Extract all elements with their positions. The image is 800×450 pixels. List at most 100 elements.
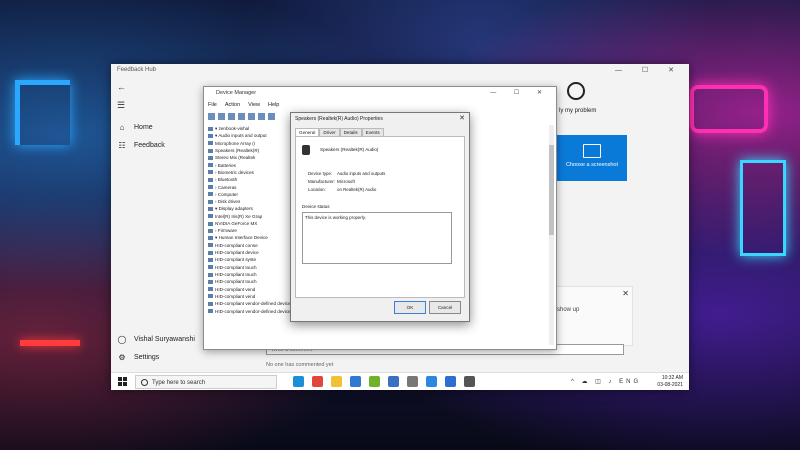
device-name: Speakers (Realtek(R) Audio): [320, 147, 379, 152]
folder-icon: [583, 144, 601, 158]
tree-item[interactable]: ▾ Audio inputs and output: [208, 132, 292, 139]
back-icon[interactable]: [208, 113, 215, 120]
dialog-title: Speakers (Realtek(R) Audio) Properties: [295, 116, 383, 122]
tree-item[interactable]: HID-compliant syste: [208, 256, 292, 263]
device-icon: [208, 206, 213, 211]
tree-item[interactable]: HID-compliant vendor-defined device: [208, 300, 292, 307]
cancel-button[interactable]: Cancel: [429, 301, 461, 314]
neon-sign: [690, 85, 768, 133]
scan-icon[interactable]: [258, 113, 265, 120]
tree-item[interactable]: Microphone Array (I: [208, 140, 292, 147]
tree-item[interactable]: HID-compliant vend: [208, 293, 292, 300]
file-explorer-icon[interactable]: [331, 376, 342, 387]
tree-item[interactable]: › Cameras: [208, 183, 292, 190]
device-icon: [208, 177, 213, 182]
tree-item[interactable]: Intel(R) Iris(R) Xe Grap: [208, 213, 292, 220]
nvidia-icon[interactable]: [369, 376, 380, 387]
tab-details[interactable]: Details: [339, 128, 362, 136]
tree-item-label: › Biometric devices: [215, 169, 254, 175]
device-icon: [208, 155, 213, 160]
browser-icon[interactable]: [426, 376, 437, 387]
tree-item[interactable]: › Computer: [208, 191, 292, 198]
nav-item-settings[interactable]: ⚙ Settings: [117, 353, 159, 362]
settings-icon[interactable]: [407, 376, 418, 387]
tree-item-label: ▾ zenbook-vishal: [215, 125, 250, 131]
no-comments-text: No one has commented yet: [266, 362, 334, 368]
taskbar-search[interactable]: Type here to search: [135, 375, 277, 389]
store-icon[interactable]: [445, 376, 456, 387]
tab-driver[interactable]: Driver: [319, 128, 340, 136]
app-icon[interactable]: [464, 376, 475, 387]
tree-item[interactable]: › Batteries: [208, 161, 292, 168]
gear-icon: ⚙: [118, 353, 126, 362]
monitor-icon[interactable]: [268, 113, 275, 120]
mail-icon[interactable]: [350, 376, 361, 387]
nav-item-label: Feedback: [134, 142, 165, 149]
tree-item[interactable]: Speakers (Realtek(R): [208, 147, 292, 154]
windows-start-icon[interactable]: [118, 377, 127, 386]
forward-icon[interactable]: [218, 113, 225, 120]
info-row: Device type: Audio inputs and outputs: [308, 171, 385, 179]
speaker-icon: [302, 145, 310, 155]
system-tray[interactable]: ^ ☁ ◫ ♪ ENG: [571, 378, 641, 385]
report-problem-button[interactable]: [556, 82, 596, 100]
nav-item-user[interactable]: ◯ Vishal Suryawanshi: [117, 335, 195, 344]
window-controls[interactable]: — ☐ ✕: [490, 89, 550, 96]
device-icon: [208, 133, 213, 138]
neon-sign: [740, 160, 786, 256]
tree-item[interactable]: Stereo Mix (Realtek: [208, 154, 292, 161]
menu-file[interactable]: File: [208, 102, 217, 108]
tree-item-label: Intel(R) Iris(R) Xe Grap: [215, 213, 263, 219]
tab-bar: General Driver Details Events: [295, 128, 384, 136]
nav-item-label: Home: [134, 124, 153, 131]
tree-item[interactable]: › Biometric devices: [208, 169, 292, 176]
menu-view[interactable]: View: [248, 102, 260, 108]
tree-item[interactable]: › Bluetooth: [208, 176, 292, 183]
device-icon: [208, 228, 213, 233]
tree-item[interactable]: HID-compliant touch: [208, 264, 292, 271]
close-icon[interactable]: ✕: [459, 114, 465, 122]
tree-item[interactable]: HID-compliant conse: [208, 242, 292, 249]
nav-item-feedback[interactable]: ☷ Feedback: [117, 141, 165, 150]
ok-button[interactable]: OK: [394, 301, 426, 314]
tree-item[interactable]: NVIDIA GeForce MX: [208, 220, 292, 227]
tree-item[interactable]: ▾ Human Interface Device: [208, 234, 292, 241]
device-icon: [208, 163, 213, 168]
status-textbox[interactable]: This device is working properly.: [302, 212, 452, 264]
device-icon: [208, 279, 213, 284]
device-icon: [208, 257, 213, 262]
tree-item[interactable]: HID-compliant touch: [208, 271, 292, 278]
tree-item[interactable]: › Firmware: [208, 227, 292, 234]
screen: Feedback Hub — ☐ ✕ ← ☰ ⌂ Home ☷ Feedback…: [111, 64, 689, 390]
tree-item[interactable]: HID-compliant touch: [208, 278, 292, 285]
tree-item[interactable]: ▾ Display adapters: [208, 205, 292, 212]
tree-item[interactable]: › Disk drives: [208, 198, 292, 205]
tree-item[interactable]: HID-compliant vend: [208, 286, 292, 293]
nav-item-home[interactable]: ⌂ Home: [117, 123, 153, 132]
pinned-apps: [293, 376, 475, 387]
menu-action[interactable]: Action: [225, 102, 240, 108]
tree-item-label: NVIDIA GeForce MX: [215, 221, 258, 226]
back-arrow-icon[interactable]: ←: [117, 82, 126, 92]
close-icon[interactable]: ✕: [622, 289, 629, 298]
help-icon[interactable]: [248, 113, 255, 120]
tree-item[interactable]: HID-compliant device: [208, 249, 292, 256]
tree-item[interactable]: HID-compliant vendor-defined device: [208, 307, 292, 314]
clock[interactable]: 10:32 AM 03-08-2021: [657, 375, 683, 389]
scrollbar[interactable]: [549, 125, 554, 345]
scrollbar-thumb[interactable]: [549, 145, 554, 235]
window-controls[interactable]: — ☐ ✕: [615, 66, 683, 74]
photos-icon[interactable]: [388, 376, 399, 387]
edge-icon[interactable]: [293, 376, 304, 387]
hamburger-menu-icon[interactable]: ☰: [117, 100, 125, 111]
device-icon: [208, 294, 213, 299]
menu-help[interactable]: Help: [268, 102, 279, 108]
list-icon[interactable]: [238, 113, 245, 120]
chrome-icon[interactable]: [312, 376, 323, 387]
tab-general[interactable]: General: [295, 128, 320, 136]
search-icon: [141, 379, 148, 386]
tree-item[interactable]: ▾ zenbook-vishal: [208, 125, 292, 132]
tab-events[interactable]: Events: [361, 128, 384, 136]
properties-icon[interactable]: [228, 113, 235, 120]
choose-screenshot-button[interactable]: Choose a screenshot: [557, 135, 627, 181]
